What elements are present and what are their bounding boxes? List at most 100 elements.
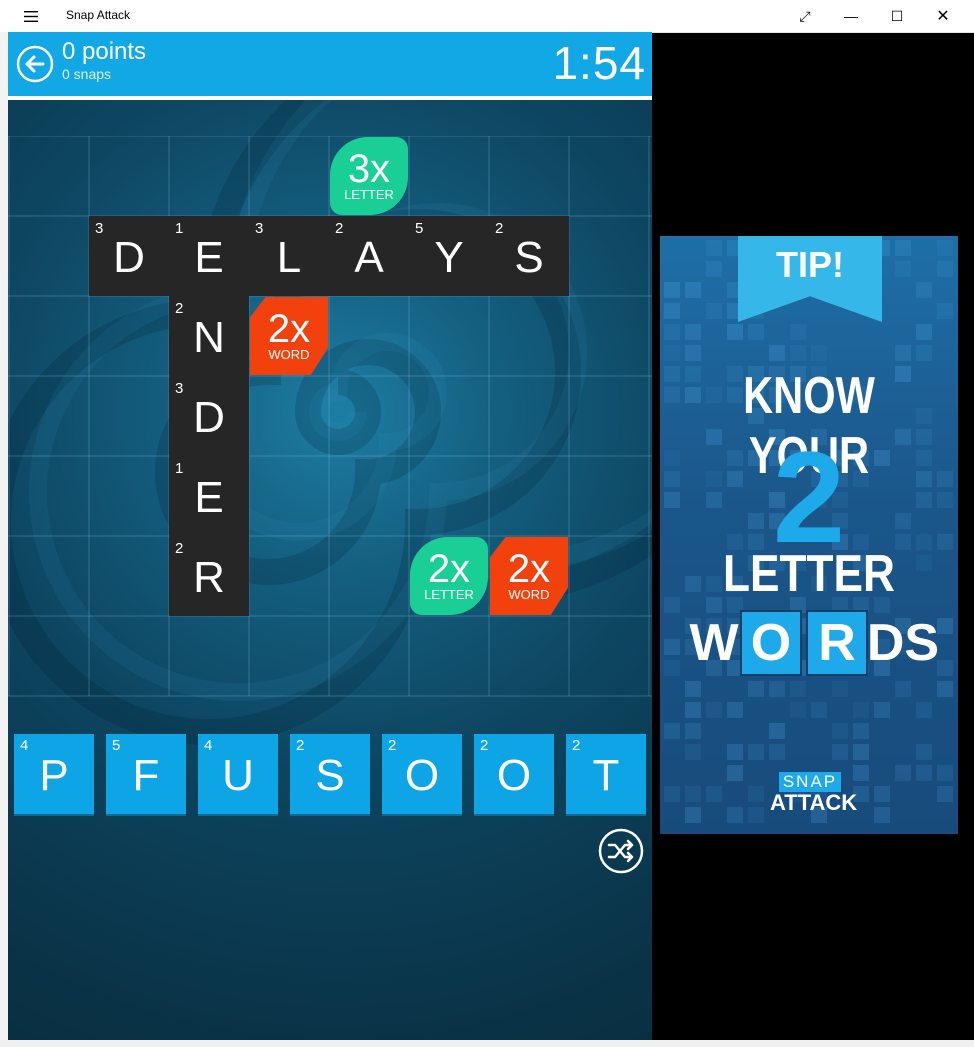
ad-pattern-square	[769, 345, 785, 361]
ad-pattern-square	[685, 807, 701, 823]
ad-pattern-square	[727, 807, 743, 823]
tile-letter: O	[496, 751, 532, 800]
window-bottom-border	[0, 1040, 974, 1047]
rack-tile[interactable]: 4P	[14, 734, 94, 814]
ad-pattern-square	[664, 387, 680, 403]
tile-letter: Y	[434, 233, 464, 282]
ad-pattern-square	[748, 744, 764, 760]
rack-tile[interactable]: 2T	[566, 734, 646, 814]
bonus-kind: LETTER	[344, 187, 394, 202]
rack-tile[interactable]: 4U	[198, 734, 278, 814]
ad-pattern-square	[706, 702, 722, 718]
ad-letter-o-tile: O	[740, 610, 802, 676]
close-button[interactable]: ✕	[920, 0, 966, 32]
ad-pattern-square	[853, 723, 869, 739]
snaps-count: 0 snaps	[62, 66, 112, 82]
tile-letter: O	[404, 751, 440, 800]
tile-letter: S	[514, 233, 544, 282]
board-tile: 1E	[169, 456, 249, 536]
tile-letter: R	[193, 553, 225, 602]
shuffle-icon[interactable]	[598, 828, 644, 874]
board-tile: 2N	[169, 296, 249, 376]
bonus-kind: WORD	[508, 587, 550, 602]
ad-pattern-square	[685, 282, 701, 298]
fullscreen-icon[interactable]: ⤢	[782, 0, 828, 32]
game-area: 0 points 0 snaps 1:54 3x LETTER 2x WORD 2x LE…	[8, 32, 652, 1040]
ad-pattern-square	[874, 702, 890, 718]
ad-letter-r-tile: R	[806, 610, 868, 676]
ad-pattern-square	[769, 681, 785, 697]
ad-pattern-square	[790, 681, 806, 697]
ad-letters-ds: DS	[866, 614, 940, 672]
tile-letter: P	[39, 751, 69, 800]
ad-pattern-square	[811, 702, 827, 718]
window-title: Snap Attack	[66, 8, 131, 22]
tile-letter: N	[193, 313, 225, 362]
rack-tile[interactable]: 5F	[106, 734, 186, 814]
ad-pattern-square	[832, 681, 848, 697]
tile-letter: F	[132, 751, 160, 800]
minimize-button[interactable]: —	[828, 0, 874, 32]
ad-pattern-square	[685, 744, 701, 760]
ad-pattern-square	[916, 765, 932, 781]
tile-letter: T	[592, 751, 620, 800]
ad-pattern-square	[685, 681, 701, 697]
ad-pattern-square	[748, 807, 764, 823]
ad-pattern-square	[916, 345, 932, 361]
logo-snap-text: SNAP	[778, 772, 842, 792]
ad-pattern-square	[874, 807, 890, 823]
header-divider	[8, 96, 652, 100]
ad-pattern-square	[706, 261, 722, 277]
back-arrow-icon[interactable]	[16, 45, 54, 83]
tile-letter: S	[315, 751, 345, 800]
ad-pattern-square	[748, 681, 764, 697]
ad-letter-w: W	[689, 614, 739, 672]
game-board[interactable]: 3x LETTER 2x WORD 2x LETTER 2x WORD 3 D 1 E 3 L 2 A 5 Y 2 S…	[8, 136, 652, 699]
title-bar: Snap Attack ⤢ — ☐ ✕	[0, 0, 974, 33]
bonus-multiplier: 2x	[427, 547, 471, 591]
board-tile: 3L	[249, 216, 329, 296]
hamburger-menu-icon[interactable]	[16, 6, 46, 26]
tile-letter: D	[193, 393, 225, 442]
bonus-multiplier: 2x	[507, 547, 551, 591]
ad-pattern-square	[937, 240, 953, 256]
points-score: 0 points	[62, 38, 147, 65]
board-tile: 5Y	[409, 216, 489, 296]
ad-pattern-square	[895, 345, 911, 361]
rack-tile[interactable]: 2O	[382, 734, 462, 814]
snap-attack-logo: SNAP ATTACK	[770, 772, 857, 814]
rack-tile[interactable]: 2O	[474, 734, 554, 814]
ad-pattern-square	[685, 324, 701, 340]
ad-pattern-square	[748, 324, 764, 340]
window-left-border	[0, 32, 8, 1040]
ad-pattern-square	[895, 765, 911, 781]
game-header: 0 points 0 snaps 1:54	[8, 32, 652, 96]
ad-pattern-square	[895, 681, 911, 697]
maximize-button[interactable]: ☐	[874, 0, 920, 32]
bonus-square-letter: 3x LETTER	[330, 137, 408, 215]
ad-pattern-square	[748, 786, 764, 802]
rack-tile[interactable]: 2S	[290, 734, 370, 814]
ad-pattern-square	[664, 303, 680, 319]
ad-pattern-square	[664, 723, 680, 739]
ad-pattern-square	[790, 324, 806, 340]
ad-pattern-square	[727, 744, 743, 760]
ad-pattern-square	[727, 702, 743, 718]
tip-advertisement[interactable]: TIP! KNOW YOUR 2 LETTER W O R DS SNAP AT…	[660, 236, 958, 834]
ad-pattern-square	[685, 345, 701, 361]
ad-number: 2	[772, 424, 846, 570]
ad-pattern-square	[853, 765, 869, 781]
ad-pattern-square	[664, 345, 680, 361]
bonus-kind: LETTER	[424, 587, 474, 602]
ad-line-letter: LETTER	[723, 545, 895, 603]
ad-pattern-square	[916, 744, 932, 760]
ad-pattern-square	[790, 345, 806, 361]
ad-pattern-square	[916, 702, 932, 718]
ad-pattern-square	[811, 345, 827, 361]
ad-pattern-square	[727, 324, 743, 340]
ad-pattern-square	[664, 660, 680, 676]
ad-pattern-square	[664, 597, 680, 613]
ad-pattern-square	[853, 744, 869, 760]
ad-pattern-square	[664, 282, 680, 298]
ad-pattern-square	[664, 324, 680, 340]
